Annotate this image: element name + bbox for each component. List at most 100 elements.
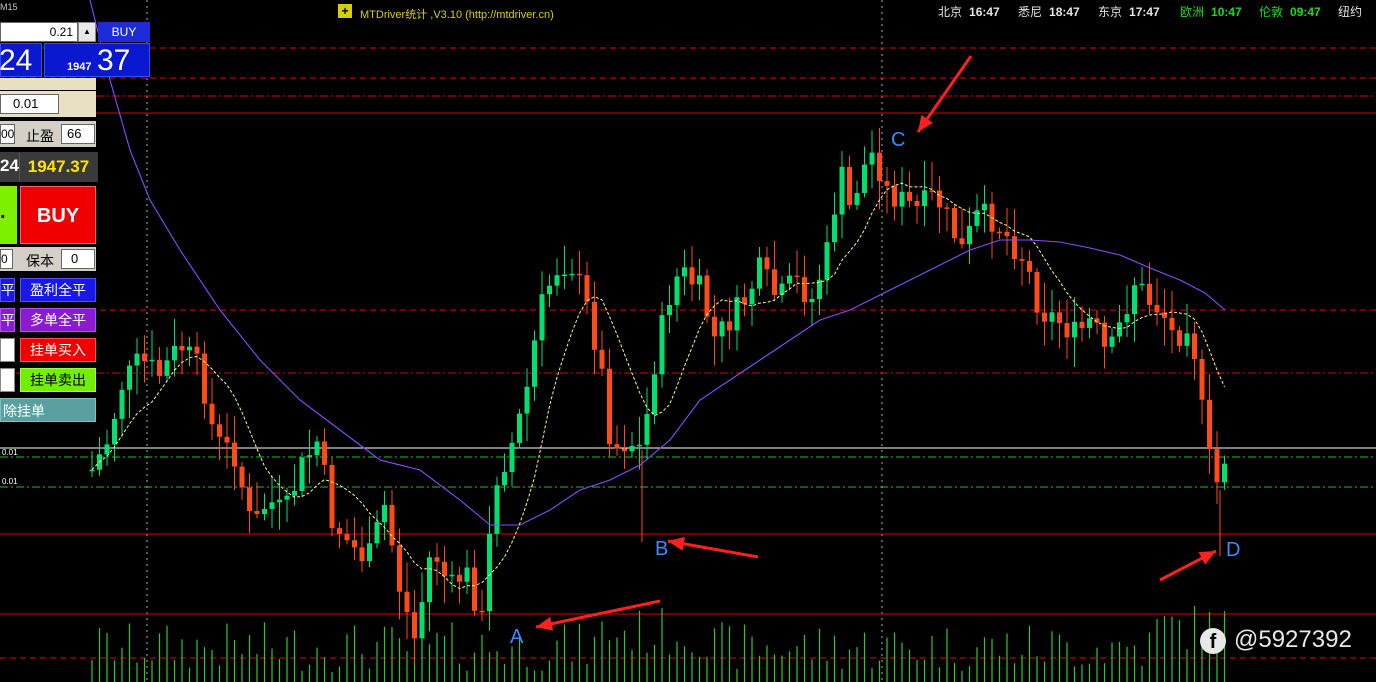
buy-header-button[interactable]: BUY [98,22,150,42]
candle-body [854,192,860,206]
level-label-b: 0.01 [2,477,18,486]
moving-average-fast [91,182,1225,590]
breakeven-left-input[interactable]: 0 [0,249,13,269]
annotation-arrowhead [918,114,933,132]
horizontal-levels [0,47,1376,659]
candle-body [427,557,432,603]
tp-input[interactable]: 66 [61,124,95,144]
pending-sell-price-input[interactable] [0,368,15,392]
candle-body [247,487,252,511]
candle-body [457,574,462,582]
ask-quote[interactable]: 1947 37 [44,43,150,77]
candle-body [547,285,552,295]
candle-body [704,275,710,317]
close-all-button[interactable]: 平 [0,278,15,302]
candle-body [832,214,837,243]
candle-body [877,152,882,182]
ask-price: 1947.37 [19,153,97,181]
candle-body [952,207,957,239]
spin-up-button[interactable]: ▲ [78,22,96,42]
candle-body [1049,312,1055,322]
candle-body [899,191,905,207]
marker-c: C [891,129,906,151]
candle-body [164,360,170,376]
candle-body [217,424,222,437]
lots-input[interactable]: 0.01 [0,94,59,114]
label-strip [0,78,96,90]
candle-body [314,441,320,456]
bid-quote[interactable]: 24 [0,43,42,77]
buy-button[interactable]: BUY [20,186,96,244]
ask-price-small: 1947 [67,61,92,73]
candle-body [509,442,515,473]
pending-sell-button[interactable]: 挂单卖出 [20,368,96,392]
pending-buy-price-input[interactable] [0,338,15,362]
candle-body [524,386,530,414]
candle-body [689,267,695,285]
candle-body [277,499,282,503]
candle-body [1004,231,1010,237]
candle-body [869,152,875,165]
candle-body [1117,322,1122,337]
candle-body [374,522,380,544]
sl-input[interactable]: 00 [0,124,15,144]
candle-body [502,472,507,486]
candle-body [802,277,807,303]
candle-body [232,442,237,467]
breakeven-input[interactable]: 0 [61,249,95,269]
candle-body [967,225,972,245]
candle-body [1184,333,1190,346]
candle-body [329,464,335,529]
price-chart[interactable] [0,0,1376,682]
candle-body [359,547,365,562]
close-profit-button[interactable]: 盈利全平 [20,278,96,302]
candle-body [592,301,597,350]
candle-body [1214,449,1220,483]
close-short-button[interactable]: 平 [0,308,15,332]
candle-body [1027,260,1032,272]
candle-body [449,574,455,577]
price-input[interactable]: 0.21 [0,22,78,42]
candle-body [644,413,650,445]
candle-body [434,557,440,562]
candle-body [757,257,762,289]
candle-body [254,510,260,515]
candle-body [1034,271,1040,313]
candle-body [772,269,777,295]
candle-body [142,353,147,362]
candle-body [922,190,927,207]
candle-body [1154,304,1160,313]
candle-body [1124,314,1130,323]
candle-body [494,485,500,534]
candle-body [299,457,305,491]
candlesticks [89,127,1227,663]
candle-body [1109,336,1115,347]
candle-body [322,441,327,465]
candle-body [1169,317,1175,331]
candle-body [344,533,350,541]
candle-body [982,203,987,211]
candle-body [914,200,920,207]
candle-body [134,353,140,366]
sell-button[interactable]: . [0,186,17,244]
candle-body [442,561,447,577]
candle-body [637,444,642,447]
candle-body [1199,359,1205,400]
facebook-icon: f [1200,628,1226,654]
volume-bars [91,606,1226,682]
candle-body [1222,463,1227,483]
candle-body [944,207,950,209]
candle-body [352,540,357,548]
candle-body [149,359,155,362]
candle-body [697,275,702,285]
tp-label: 止盈 [26,128,54,144]
trade-panel: 0.21 ▲ BUY 24 1947 37 0.01 00 止盈 66 24 1… [0,0,150,426]
candle-body [974,210,980,226]
watermark-text: @5927392 [1234,626,1352,653]
annotation-arrowhead [536,616,554,631]
candle-body [367,543,372,562]
delete-pending-button[interactable]: 除挂单 [0,398,96,422]
pending-buy-button[interactable]: 挂单买入 [20,338,96,362]
candle-body [1207,399,1212,450]
close-long-button[interactable]: 多单全平 [20,308,96,332]
